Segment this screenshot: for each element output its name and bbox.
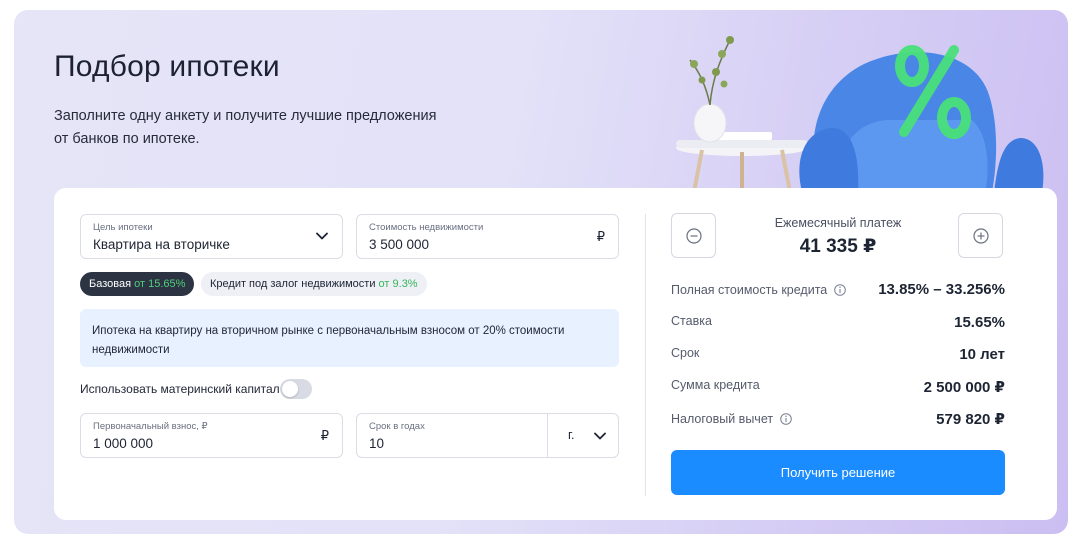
maternity-capital-toggle[interactable]: [280, 379, 312, 399]
chip-rate: от 9.3%: [378, 278, 418, 290]
chevron-down-icon: [316, 232, 328, 240]
program-info-box: Ипотека на квартиру на вторичном рынке с…: [80, 309, 619, 367]
summary-row-label-rate: Ставка: [671, 314, 712, 328]
currency-symbol: ₽: [596, 229, 605, 244]
minus-circle-icon: [686, 228, 702, 244]
info-icon[interactable]: [833, 284, 846, 296]
property-cost-label: Стоимость недвижимости: [369, 222, 484, 233]
purpose-label: Цель ипотеки: [93, 222, 153, 233]
purpose-value: Квартира на вторичке: [93, 237, 230, 252]
program-chip-collateral[interactable]: Кредит под залог недвижимости от 9.3%: [201, 272, 427, 296]
currency-symbol: ₽: [320, 428, 329, 443]
term-unit-label: г.: [568, 428, 575, 442]
calculator-card: Цель ипотеки Квартира на вторичке Стоимо…: [54, 188, 1057, 520]
decrease-payment-button[interactable]: [671, 213, 716, 258]
get-decision-button[interactable]: Получить решение: [671, 450, 1005, 495]
summary-row-label-term: Срок: [671, 346, 700, 360]
summary-row-value-rate: 15.65%: [954, 314, 1005, 331]
term-input[interactable]: Срок в годах 10 г.: [356, 413, 619, 458]
info-icon[interactable]: [779, 413, 792, 425]
toggle-knob: [282, 381, 298, 397]
chip-rate: от 15.65%: [134, 278, 186, 290]
term-unit-select[interactable]: г.: [548, 414, 618, 457]
card-divider: [645, 214, 646, 496]
property-cost-input[interactable]: Стоимость недвижимости 3 500 000 ₽: [356, 214, 619, 259]
page-title: Подбор ипотеки: [54, 50, 280, 83]
monthly-payment-value: 41 335 ₽: [799, 236, 877, 257]
monthly-payment-label: Ежемесячный платеж: [774, 216, 902, 230]
plus-circle-icon: [973, 228, 989, 244]
page-subtitle: Заполните одну анкету и получите лучшие …: [54, 105, 474, 151]
term-label: Срок в годах: [369, 421, 425, 432]
summary-row-value-full-cost: 13.85% – 33.256%: [878, 281, 1005, 298]
chevron-down-icon: [594, 432, 606, 440]
maternity-capital-label: Использовать материнский капитал: [80, 382, 280, 396]
purpose-select[interactable]: Цель ипотеки Квартира на вторичке: [80, 214, 343, 259]
full-cost-label-text: Полная стоимость кредита: [671, 283, 828, 297]
armchair-illustration: [676, 36, 1044, 192]
summary-row-label-full-cost: Полная стоимость кредита: [671, 283, 846, 297]
property-cost-value: 3 500 000: [369, 237, 430, 252]
term-value: 10: [369, 436, 385, 451]
chip-label: Базовая: [89, 278, 132, 290]
subtitle-line-2: от банков по ипотеке.: [54, 131, 200, 147]
increase-payment-button[interactable]: [958, 213, 1003, 258]
down-payment-input[interactable]: Первоначальный взнос, ₽ 1 000 000 ₽: [80, 413, 343, 458]
down-payment-label: Первоначальный взнос, ₽: [93, 421, 208, 432]
summary-row-label-tax-deduction: Налоговый вычет: [671, 412, 792, 426]
down-payment-value: 1 000 000: [93, 436, 154, 451]
subtitle-line-1: Заполните одну анкету и получите лучшие …: [54, 108, 437, 124]
summary-row-value-term: 10 лет: [959, 346, 1005, 363]
program-chip-base[interactable]: Базовая от 15.65%: [80, 272, 195, 296]
summary-row-value-loan-amount: 2 500 000 ₽: [923, 379, 1005, 396]
summary-row-value-tax-deduction: 579 820 ₽: [936, 411, 1005, 428]
summary-row-label-loan-amount: Сумма кредита: [671, 378, 760, 392]
chip-label: Кредит под залог недвижимости: [210, 278, 376, 290]
tax-deduction-label-text: Налоговый вычет: [671, 412, 774, 426]
mortgage-banner: Подбор ипотеки Заполните одну анкету и п…: [14, 10, 1068, 534]
